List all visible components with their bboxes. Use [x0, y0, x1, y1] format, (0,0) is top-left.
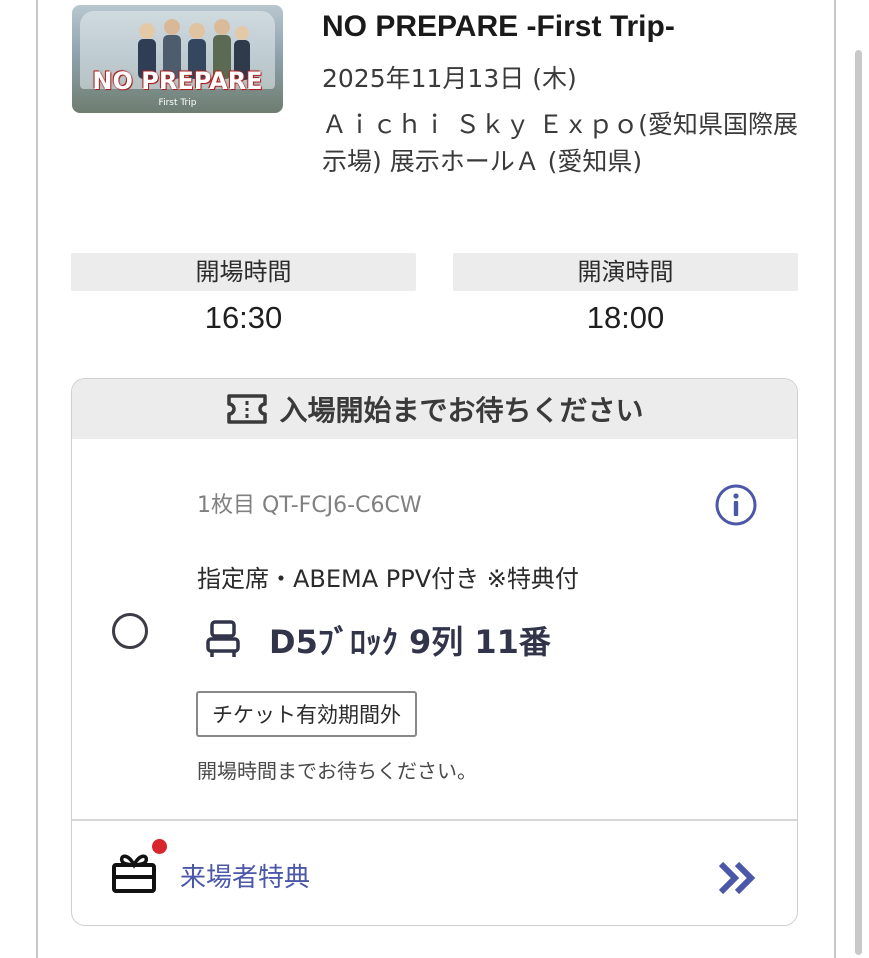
- event-venue: Ａｉｃｈｉ Ｓｋｙ Ｅｘｐｏ(愛知県国際展示場) 展示ホールＡ (愛知県): [322, 110, 798, 176]
- door-open-label: 開場時間: [71, 253, 416, 291]
- double-chevron-right-icon[interactable]: [717, 861, 757, 895]
- validity-badge: チケット有効期間外: [196, 691, 417, 737]
- door-open-time: 16:30: [204, 300, 283, 335]
- event-thumbnail[interactable]: NO PREPARE First Trip: [72, 5, 283, 113]
- event-title: NO PREPARE -First Trip-: [322, 10, 675, 43]
- ticket-number: 1枚目 QT-FCJ6-C6CW: [197, 493, 422, 518]
- gift-icon[interactable]: [110, 849, 158, 895]
- visitor-bonus-link[interactable]: 来場者特典: [180, 857, 310, 894]
- scrollbar[interactable]: [855, 50, 862, 955]
- ticket-icon: [227, 394, 268, 424]
- seat-type: 指定席・ABEMA PPV付き ※特典付: [197, 565, 579, 593]
- ticket-card: 入場開始までお待ちください 1枚目 QT-FCJ6-C6CW 指定席・ABEMA…: [71, 378, 798, 926]
- card-divider: [72, 819, 797, 821]
- wait-note: 開場時間までお待ちください。: [197, 759, 477, 783]
- show-start-time: 18:00: [586, 300, 665, 335]
- ticket-status-header: 入場開始までお待ちください: [72, 379, 797, 439]
- ticket-select-radio[interactable]: [112, 613, 148, 649]
- info-icon[interactable]: [714, 483, 758, 527]
- show-start-label: 開演時間: [453, 253, 798, 291]
- thumbnail-logo: NO PREPARE: [92, 67, 263, 95]
- seat-location: D5ﾌﾞﾛｯｸ 9列 11番: [269, 623, 551, 661]
- ticket-status-text: 入場開始までお待ちください: [279, 394, 644, 427]
- seat-icon: [206, 620, 240, 657]
- event-date: 2025年11月13日 (木): [322, 64, 577, 93]
- thumbnail-subtitle: First Trip: [158, 98, 197, 108]
- notification-dot: [152, 839, 167, 854]
